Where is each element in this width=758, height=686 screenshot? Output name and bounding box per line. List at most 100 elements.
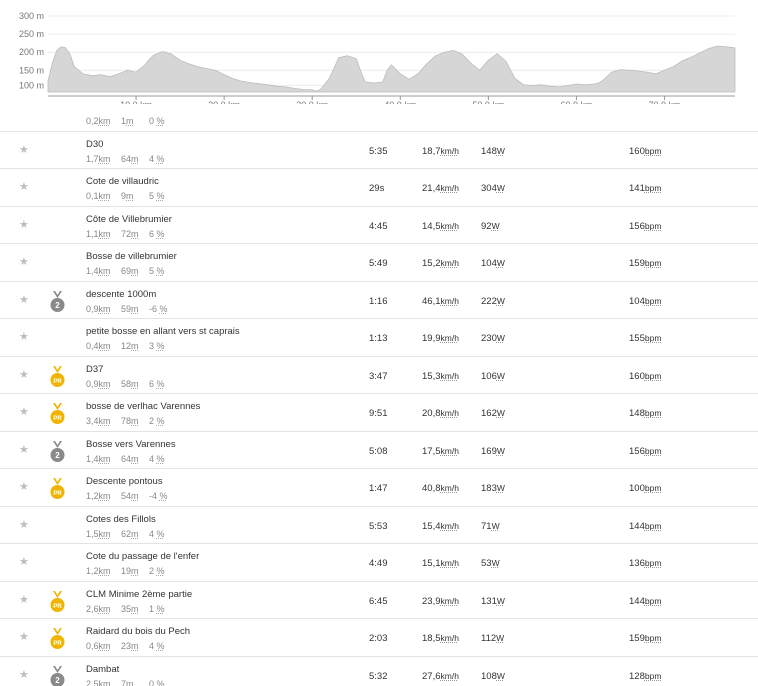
segment-name[interactable]: Cote du passage de l'enfer bbox=[86, 551, 199, 562]
segment-stats: 1,1km 72m 6 % bbox=[86, 228, 165, 239]
segment-name[interactable]: Cotes des Fillols bbox=[86, 514, 156, 525]
segment-heart-rate: 160bpm bbox=[629, 370, 662, 382]
segment-name[interactable]: Bosse vers Varennes bbox=[86, 439, 176, 450]
segment-heart-rate: 160bpm bbox=[629, 145, 662, 157]
segment-heart-rate: 148bpm bbox=[629, 408, 662, 419]
segment-power: 106W bbox=[481, 370, 505, 382]
segment-power: 230W bbox=[481, 333, 505, 344]
segment-row[interactable]: ★ D30 1,7km 64m 4 % 5:35 18,7km/h 148W 160bpm bbox=[0, 131, 758, 169]
segment-power: 183W bbox=[481, 483, 505, 494]
segment-stats: 1,7km 64m 4 % bbox=[86, 153, 165, 164]
segment-row[interactable]: ★ PR bosse de verlhac Varennes 3,4km 78m 2 % 9… bbox=[0, 394, 758, 432]
segment-name[interactable]: Bosse de villebrumier bbox=[86, 251, 177, 262]
star-icon[interactable]: ★ bbox=[19, 669, 29, 681]
segment-heart-rate: 100bpm bbox=[629, 483, 662, 494]
segment-name[interactable]: Descente pontous bbox=[86, 476, 163, 487]
y-tick-label: 300 m bbox=[19, 11, 44, 21]
segment-name[interactable]: Côte de Villebrumier bbox=[86, 214, 172, 225]
elevation-profile[interactable]: 300 m250 m200 m150 m100 m 10,0 km20,0 km… bbox=[0, 0, 758, 114]
segment-row[interactable]: ★ PR Raidard du bois du Pech 0,6km 23m 4 % 2:0… bbox=[0, 619, 758, 657]
segment-name[interactable]: D37 bbox=[86, 364, 103, 375]
segment-stats: 0,6km 23m 4 % bbox=[86, 641, 165, 651]
svg-text:PR: PR bbox=[53, 641, 62, 647]
segment-row[interactable]: ★ Cote du passage de l'enfer 1,2km 19m 2 % 4:… bbox=[0, 544, 758, 582]
star-icon[interactable]: ★ bbox=[19, 257, 29, 268]
silver-medal-icon: 2 bbox=[50, 665, 65, 686]
segment-time: 5:35 bbox=[369, 145, 388, 157]
segment-name[interactable]: Raidard du bois du Pech bbox=[86, 626, 190, 637]
star-icon[interactable]: ★ bbox=[19, 519, 29, 531]
star-icon[interactable]: ★ bbox=[19, 182, 29, 193]
segment-heart-rate: 155bpm bbox=[629, 333, 662, 344]
segment-stats: 2,5km 7m 0 % bbox=[86, 678, 165, 686]
star-icon[interactable]: ★ bbox=[19, 632, 29, 643]
y-tick-label: 150 m bbox=[19, 65, 44, 75]
segment-stats: 0,4km 12m 3 % bbox=[86, 341, 165, 351]
segment-heart-rate: 156bpm bbox=[629, 220, 662, 232]
segment-row[interactable]: ★ Bosse de villebrumier 1,4km 69m 5 % 5:49 15,… bbox=[0, 244, 758, 282]
segment-name[interactable]: Cote de villaudric bbox=[86, 176, 159, 187]
segment-row[interactable]: ★ Cote de villaudric 0,1km 9m 5 % 29s 21,4km/h… bbox=[0, 169, 758, 207]
star-icon[interactable]: ★ bbox=[19, 407, 29, 418]
star-icon[interactable]: ★ bbox=[19, 482, 29, 493]
segment-time: 5:49 bbox=[369, 258, 388, 269]
y-tick-label: 100 m bbox=[19, 80, 44, 90]
segment-power: 304W bbox=[481, 183, 505, 194]
svg-text:PR: PR bbox=[53, 416, 62, 422]
elevation-area bbox=[47, 45, 736, 93]
segment-row[interactable]: ★ PR D37 0,9km 58m 6 % 3:47 15,3km/h 106W 160bpm bbox=[0, 356, 758, 394]
star-icon[interactable]: ★ bbox=[19, 294, 29, 306]
segment-stats: 3,4km 78m 2 % bbox=[86, 416, 165, 426]
segment-heart-rate: 128bpm bbox=[629, 670, 662, 682]
segment-power: 104W bbox=[481, 258, 505, 269]
star-icon[interactable]: ★ bbox=[19, 332, 29, 343]
segment-heart-rate: 156bpm bbox=[629, 445, 662, 457]
segment-row[interactable]: ★ 2 descente 1000m 0,9km 59m -6 % 1:16 46,1km/h… bbox=[0, 281, 758, 319]
segment-speed: 21,4km/h bbox=[422, 183, 459, 194]
segment-name[interactable]: D30 bbox=[86, 139, 103, 150]
segment-speed: 23,9km/h bbox=[422, 595, 459, 607]
segment-speed: 17,5km/h bbox=[422, 445, 459, 457]
segment-name[interactable]: petite bosse en allant vers st caprais bbox=[86, 326, 240, 337]
segment-row[interactable]: ★ 2 Bosse vers Varennes 1,4km 64m 4 % 5:08 17,5… bbox=[0, 431, 758, 469]
segment-time: 6:45 bbox=[369, 595, 388, 607]
segment-row[interactable]: ★ petite bosse en allant vers st caprais 0… bbox=[0, 319, 758, 357]
segment-row[interactable]: 0,2km 1m 0 % bbox=[0, 104, 758, 132]
segment-name[interactable]: CLM Minime 2ème partie bbox=[86, 589, 192, 600]
segment-row[interactable]: ★ Cotes des Fillols 1,5km 62m 4 % 5:53 15,4km/… bbox=[0, 506, 758, 544]
segment-speed: 14,5km/h bbox=[422, 220, 459, 232]
segment-row[interactable]: ★ PR Descente pontous 1,2km 54m -4 % 1:47 40,8k… bbox=[0, 469, 758, 507]
svg-text:PR: PR bbox=[53, 604, 62, 610]
silver-medal-icon: 2 bbox=[50, 290, 65, 313]
segment-stats: 1,4km 69m 5 % bbox=[86, 266, 165, 276]
star-icon[interactable]: ★ bbox=[19, 144, 29, 156]
segment-time: 1:47 bbox=[369, 483, 388, 494]
y-tick-label: 250 m bbox=[19, 29, 44, 39]
segment-name[interactable]: Dambat bbox=[86, 664, 119, 675]
svg-text:2: 2 bbox=[55, 676, 60, 685]
segment-row[interactable]: ★ Côte de Villebrumier 1,1km 72m 6 % 4:45 14,5… bbox=[0, 206, 758, 244]
segment-speed: 27,6km/h bbox=[422, 670, 459, 682]
segment-stats: 0,1km 9m 5 % bbox=[86, 191, 165, 201]
segment-stats: 1,5km 62m 4 % bbox=[86, 528, 165, 539]
star-icon[interactable]: ★ bbox=[19, 557, 29, 568]
segment-row[interactable]: ★ PR CLM Minime 2ème partie 2,6km 35m 1 % 6:45… bbox=[0, 581, 758, 619]
segment-name[interactable]: bosse de verlhac Varennes bbox=[86, 401, 200, 412]
elevation-chart[interactable]: 300 m250 m200 m150 m100 m 10,0 km20,0 km… bbox=[0, 0, 758, 114]
svg-text:2: 2 bbox=[55, 451, 60, 460]
star-icon[interactable]: ★ bbox=[19, 594, 29, 606]
star-icon[interactable]: ★ bbox=[19, 369, 29, 381]
star-icon[interactable]: ★ bbox=[19, 444, 29, 456]
segment-time: 5:08 bbox=[369, 445, 388, 457]
segment-row[interactable]: ★ 2 Dambat 2,5km 7m 0 % 5:32 27,6km/h 108W 128bpm bbox=[0, 656, 758, 686]
segment-speed: 20,8km/h bbox=[422, 408, 459, 419]
segment-stats: 0,2km 1m 0 % bbox=[86, 116, 165, 126]
segment-name[interactable]: descente 1000m bbox=[86, 289, 156, 300]
segment-power: 108W bbox=[481, 670, 505, 682]
segment-speed: 19,9km/h bbox=[422, 333, 459, 344]
segment-stats: 0,9km 59m -6 % bbox=[86, 303, 168, 314]
pr-medal-icon: PR bbox=[50, 590, 65, 613]
segment-heart-rate: 144bpm bbox=[629, 595, 662, 607]
segment-power: 148W bbox=[481, 145, 505, 157]
star-icon[interactable]: ★ bbox=[19, 219, 29, 231]
